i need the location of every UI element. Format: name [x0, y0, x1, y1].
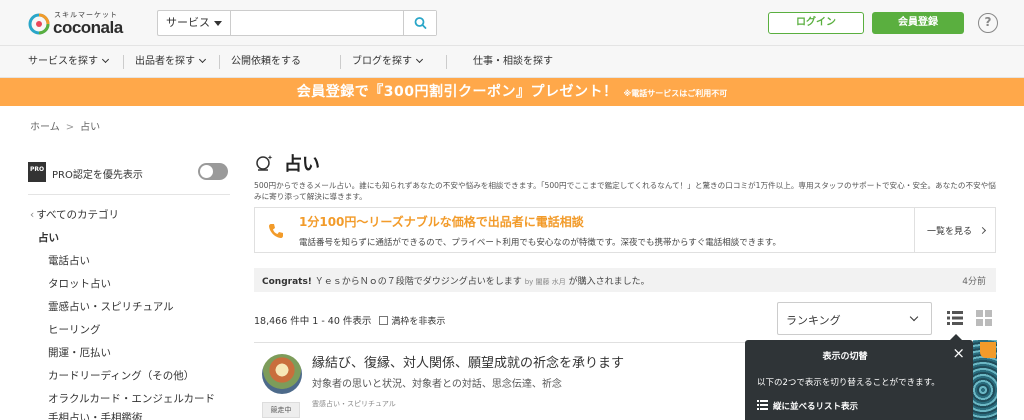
pro-badge-icon: PRO: [28, 162, 46, 182]
popover-option-list-view[interactable]: 縦に並べるリスト表示: [757, 400, 858, 412]
coconala-logo[interactable]: スキルマーケット coconala: [28, 9, 148, 39]
search-category-label: サービス: [166, 16, 210, 29]
category-item[interactable]: 開運・厄払い: [48, 345, 111, 360]
pro-filter-toggle[interactable]: [198, 163, 228, 180]
page-title: 占い: [284, 154, 320, 175]
chevron-down-icon: [909, 312, 919, 322]
nav-divider: [219, 55, 220, 69]
logo-wordmark: coconala: [53, 18, 123, 37]
search-icon: [414, 17, 427, 29]
purchase-ticker-text: Congrats! ＹｅｓからＮｏの７段階でダウジング占いをします by 闇藤 …: [262, 274, 650, 287]
category-item[interactable]: オラクルカード・エンジェルカード: [48, 391, 215, 406]
breadcrumb: ホーム > 占い: [30, 118, 100, 133]
nav-item-find-sellers[interactable]: 出品者を探す: [135, 46, 207, 78]
result-count: 18,466 件中 1 - 40 件表示: [254, 316, 372, 327]
category-item[interactable]: 霊感占い・スピリチュアル: [48, 299, 174, 314]
purchase-ticker: Congrats! ＹｅｓからＮｏの７段階でダウジング占いをします by 闇藤 …: [254, 268, 996, 292]
login-button[interactable]: ログイン: [768, 12, 864, 34]
nav-divider: [123, 55, 124, 69]
sidebar-divider: [28, 194, 230, 195]
nav-item-label: サービスを探す: [28, 56, 98, 67]
phone-icon: [269, 224, 283, 238]
view-list-link[interactable]: 一覧を見る: [927, 224, 987, 237]
congrats-suffix: が購入されました。: [568, 277, 650, 287]
close-icon[interactable]: ×: [952, 344, 965, 362]
list-view-icon: [757, 400, 768, 410]
category-current: 占い: [38, 232, 59, 244]
logo-mark-icon: [28, 13, 50, 35]
banner-main-text: 会員登録で『300円割引クーポン』プレゼント！: [296, 84, 618, 100]
breadcrumb-separator: >: [65, 122, 75, 133]
nav-item-label: 出品者を探す: [135, 56, 195, 67]
grid-view-icon[interactable]: [976, 310, 992, 326]
service-subtitle: 対象者の思いと状況、対象者との対話、思念伝達、祈念: [312, 379, 562, 390]
purchase-time: 4分前: [962, 277, 986, 287]
category-item[interactable]: 手相占い・手相鑑術: [48, 410, 143, 420]
phone-box-divider: [914, 208, 915, 252]
phone-consult-title: 1分100円～リーズナブルな価格で出品者に電話相談: [299, 215, 584, 229]
view-list-label: 一覧を見る: [927, 227, 973, 237]
help-icon[interactable]: ?: [978, 13, 998, 33]
category-item[interactable]: タロット占い: [48, 276, 111, 291]
category-all-link[interactable]: ‹ すべてのカテゴリ: [30, 207, 119, 222]
phone-consult-description: 電話番号を知らずに通話ができるので、プライベート利用でも安心なのが特徴です。深夜…: [299, 238, 781, 248]
pro-filter-row: PRO PRO認定を優先表示: [28, 162, 230, 182]
banner-note-text: ※電話サービスはご利用不可: [623, 89, 728, 98]
search-button[interactable]: [403, 11, 436, 35]
category-all-label: すべてのカテゴリ: [36, 209, 120, 221]
list-view-icon[interactable]: [947, 310, 963, 326]
breadcrumb-current: 占い: [80, 122, 101, 133]
nav-item-label: ブログを探す: [352, 56, 412, 67]
search-input[interactable]: [232, 11, 404, 35]
pro-filter-label: PRO認定を優先表示: [52, 170, 143, 181]
service-title[interactable]: 縁結び、復縁、対人関係、願望成就の祈念を承ります: [312, 352, 624, 371]
category-item[interactable]: ヒーリング: [48, 322, 101, 337]
chevron-left-icon: ‹: [30, 209, 35, 221]
sort-selected-label: ランキング: [786, 314, 841, 327]
hide-full-checkbox[interactable]: [379, 316, 389, 325]
popover-title: 表示の切替: [822, 352, 868, 362]
service-category: 霊感占い・スピリチュアル: [312, 400, 396, 408]
breadcrumb-home[interactable]: ホーム: [30, 122, 60, 133]
popover-text: 以下の2つで表示を切り替えることができます。: [757, 378, 940, 388]
sort-select[interactable]: ランキング: [777, 302, 932, 335]
chevron-down-icon: [101, 55, 110, 64]
category-description: 500円からできるメール占い。誰にも知られずあなたの不安や悩みを相談できます。「…: [254, 181, 996, 201]
result-count-row: 18,466 件中 1 - 40 件表示 満枠を非表示: [254, 313, 445, 327]
chevron-down-icon: [198, 55, 207, 64]
nav-item-find-blogs[interactable]: ブログを探す: [352, 46, 424, 78]
site-header: スキルマーケット coconala サービス ログイン 会員登録 ?: [0, 0, 1024, 46]
category-item[interactable]: カードリーディング（その他）: [48, 368, 194, 383]
main-nav: サービスを探す 出品者を探す 公開依頼をする ブログを探す 仕事・相談を探す: [0, 46, 1024, 78]
category-item[interactable]: 電話占い: [48, 253, 90, 268]
status-badge: 競走中: [262, 402, 300, 418]
phone-consult-box[interactable]: 1分100円～リーズナブルな価格で出品者に電話相談 電話番号を知らずに通話ができ…: [254, 207, 996, 253]
toggle-knob: [200, 165, 213, 178]
nav-item-label: 公開依頼をする: [231, 56, 301, 67]
nav-item-label: 仕事・相談を探す: [473, 56, 553, 67]
search-category-select[interactable]: サービス: [158, 11, 231, 35]
nav-divider: [340, 55, 341, 69]
chevron-down-icon: [415, 55, 424, 64]
nav-item-find-services[interactable]: サービスを探す: [28, 46, 110, 78]
nav-item-find-jobs[interactable]: 仕事・相談を探す: [473, 46, 553, 78]
hide-full-label[interactable]: 満枠を非表示: [391, 317, 445, 327]
phone-tab-icon[interactable]: [980, 342, 996, 358]
nav-divider: [446, 55, 447, 69]
search-box: サービス: [157, 10, 437, 36]
congrats-label: Congrats!: [262, 277, 312, 287]
popover-option-label: 縦に並べるリスト表示: [773, 402, 859, 412]
purchased-item-link[interactable]: ＹｅｓからＮｏの７段階でダウジング占いをします: [315, 277, 522, 287]
popover-arrow: [950, 334, 962, 340]
view-switch-popover: 表示の切替 × 以下の2つで表示を切り替えることができます。 縦に並べるリスト表…: [745, 334, 973, 420]
buyer-name: by 闇藤 水月: [524, 278, 566, 286]
nav-item-post-request[interactable]: 公開依頼をする: [231, 46, 301, 78]
register-button[interactable]: 会員登録: [872, 12, 964, 34]
crystal-ball-icon: [256, 155, 273, 171]
chevron-right-icon: [978, 226, 987, 235]
coupon-banner[interactable]: 会員登録で『300円割引クーポン』プレゼント！ ※電話サービスはご利用不可: [0, 78, 1024, 106]
caret-down-icon: [214, 21, 222, 26]
service-thumbnail[interactable]: [262, 354, 302, 394]
